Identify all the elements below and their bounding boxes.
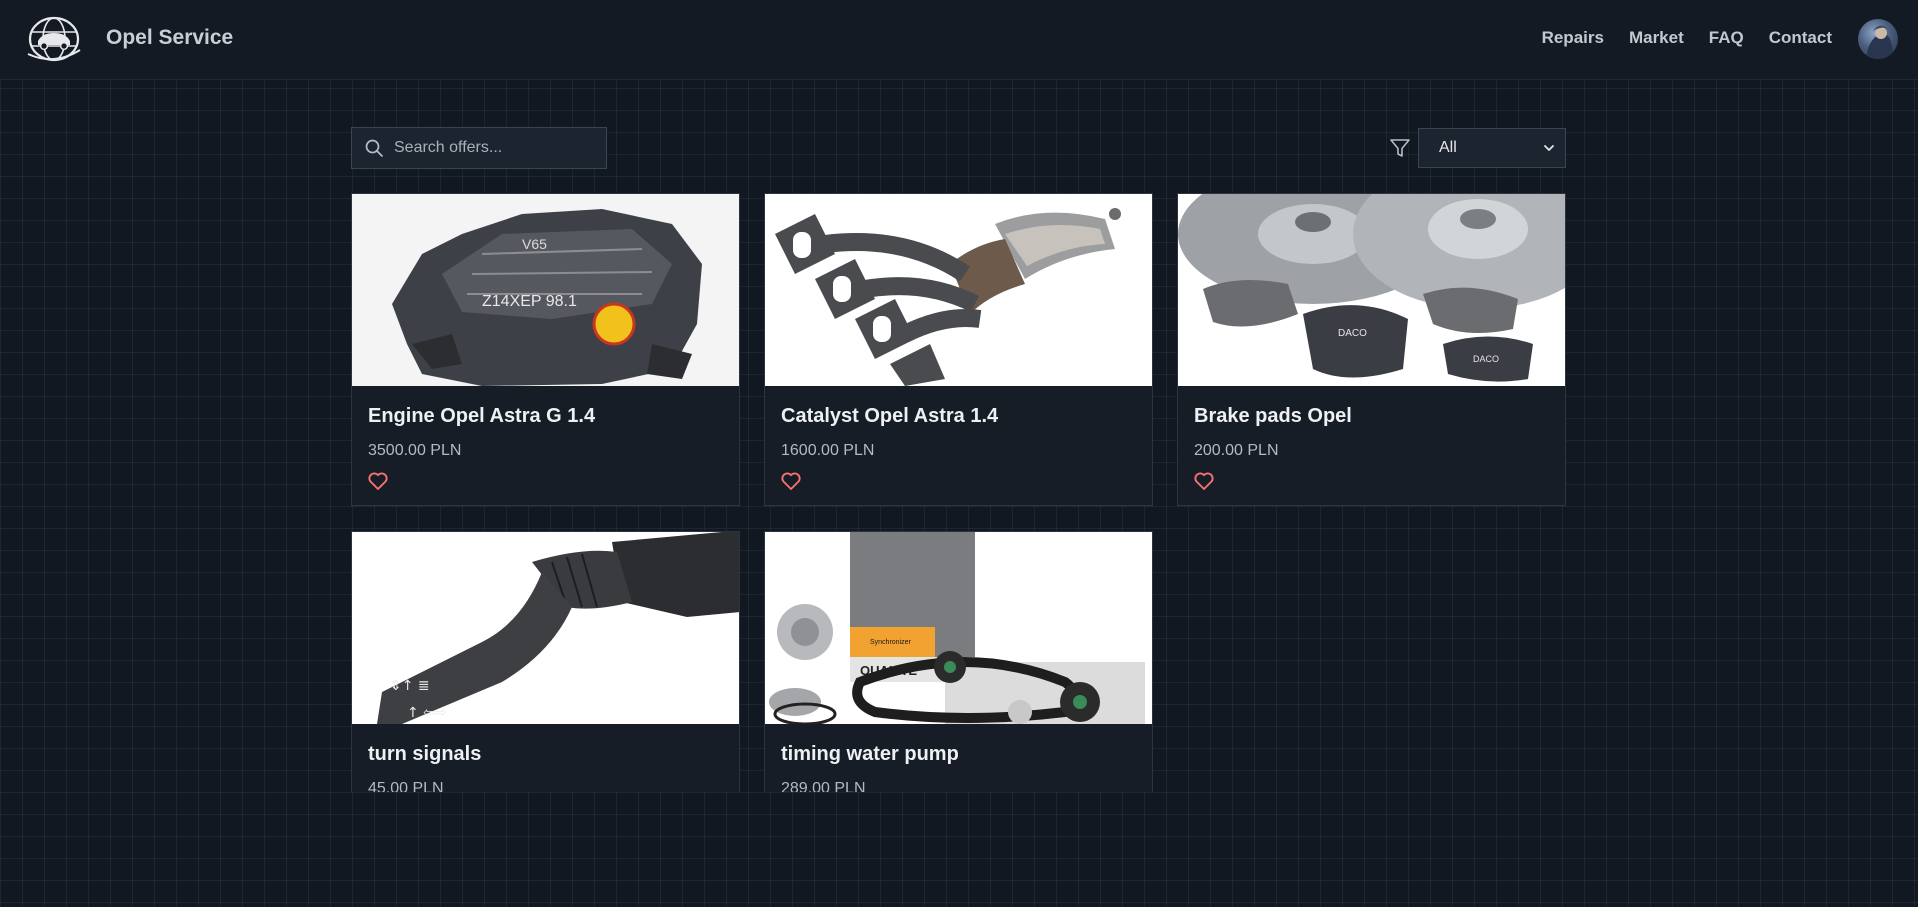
- chevron-down-icon: [1544, 145, 1554, 151]
- svg-text:⇕↑ ≣: ⇕↑ ≣: [390, 678, 430, 694]
- offer-card[interactable]: DACO DACO Brake pads Opel 200.00 PLN: [1177, 193, 1566, 506]
- search-input[interactable]: [384, 128, 606, 168]
- nav-link-repairs[interactable]: Repairs: [1542, 28, 1604, 48]
- filter-icon: [1390, 139, 1410, 157]
- brake-image: DACO DACO: [1178, 194, 1565, 386]
- offer-price: 289.00 PLN: [781, 780, 866, 792]
- search-field[interactable]: [351, 127, 607, 169]
- brand-name[interactable]: Opel Service: [106, 26, 233, 50]
- offer-price: 3500.00 PLN: [368, 442, 462, 459]
- offer-image-engine[interactable]: V65 Z14XEP 98.1: [352, 194, 739, 386]
- svg-text:DACO: DACO: [1338, 328, 1367, 339]
- offer-title[interactable]: Brake pads Opel: [1194, 405, 1352, 428]
- heart-icon[interactable]: [367, 470, 389, 492]
- turn-signal-image: ⇕↑ ≣ ↑ ⇦⇨: [352, 532, 739, 724]
- heart-icon[interactable]: [1193, 470, 1215, 492]
- offers-grid: V65 Z14XEP 98.1 Engine Opel Astra G 1.4 …: [351, 193, 1567, 792]
- offer-image-timing-belt-kit[interactable]: Synchronizer QUALITE: [765, 532, 1152, 724]
- svg-text:DACO: DACO: [1473, 354, 1499, 364]
- top-navbar: Opel Service Repairs Market FAQ Contact: [0, 0, 1918, 80]
- search-icon: [365, 139, 383, 157]
- user-avatar[interactable]: [1858, 19, 1898, 59]
- offer-card[interactable]: ⇕↑ ≣ ↑ ⇦⇨ turn signals 45.00 PLN: [351, 531, 740, 792]
- svg-text:V65: V65: [522, 236, 547, 252]
- offer-title[interactable]: turn signals: [368, 743, 481, 766]
- offer-title[interactable]: Engine Opel Astra G 1.4: [368, 405, 595, 428]
- offer-image-exhaust-catalyst[interactable]: [765, 194, 1152, 386]
- svg-text:Synchronizer: Synchronizer: [870, 639, 912, 646]
- catalyst-image: [765, 194, 1152, 386]
- globe-car-logo-icon[interactable]: [26, 14, 82, 64]
- offer-price: 200.00 PLN: [1194, 442, 1279, 459]
- nav-link-contact[interactable]: Contact: [1769, 28, 1832, 48]
- offer-price: 45.00 PLN: [368, 780, 444, 792]
- nav-link-market[interactable]: Market: [1629, 28, 1684, 48]
- category-filter-select[interactable]: All: [1418, 128, 1566, 168]
- offer-card[interactable]: Synchronizer QUALITE timing water pump 2…: [764, 531, 1153, 792]
- avatar-figure-icon: [1866, 25, 1893, 59]
- offer-card[interactable]: Catalyst Opel Astra 1.4 1600.00 PLN: [764, 193, 1153, 506]
- svg-text:Z14XEP 98.1: Z14XEP 98.1: [482, 293, 577, 310]
- offer-image-turn-signal-stalk[interactable]: ⇕↑ ≣ ↑ ⇦⇨: [352, 532, 739, 724]
- filter-selected-value: All: [1439, 139, 1457, 156]
- offer-title[interactable]: Catalyst Opel Astra 1.4: [781, 405, 998, 428]
- offer-title[interactable]: timing water pump: [781, 743, 959, 766]
- main-nav: Repairs Market FAQ Contact: [1542, 28, 1832, 48]
- heart-icon[interactable]: [780, 470, 802, 492]
- offer-image-brake-discs-pads[interactable]: DACO DACO: [1178, 194, 1565, 386]
- offer-card[interactable]: V65 Z14XEP 98.1 Engine Opel Astra G 1.4 …: [351, 193, 740, 506]
- engine-image: V65 Z14XEP 98.1: [352, 194, 739, 386]
- nav-link-faq[interactable]: FAQ: [1709, 28, 1744, 48]
- svg-text:↑ ⇦⇨: ↑ ⇦⇨: [407, 705, 447, 721]
- timing-kit-image: Synchronizer QUALITE: [765, 532, 1152, 724]
- offer-price: 1600.00 PLN: [781, 442, 875, 459]
